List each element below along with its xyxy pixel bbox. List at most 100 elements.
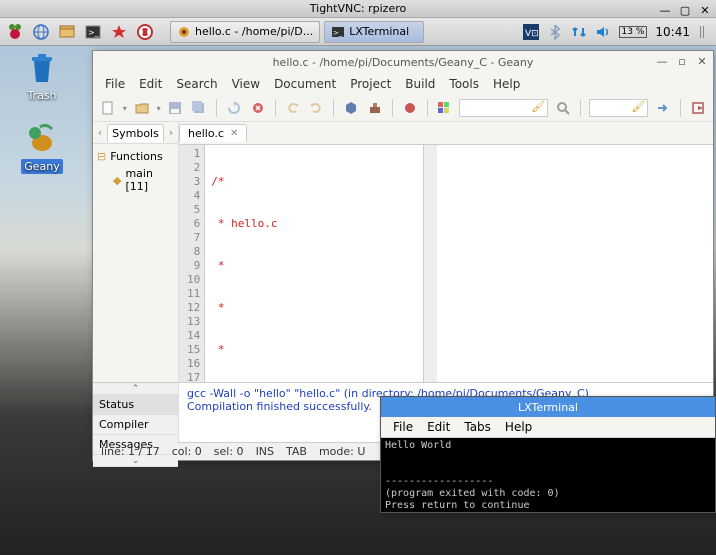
lxterminal-title-bar[interactable]: LXTerminal [381, 397, 715, 417]
desktop-icon-trash[interactable]: Trash [12, 50, 72, 103]
status-line: line: 1 / 17 [101, 445, 160, 458]
lxterminal-window: LXTerminal File Edit Tabs Help Hello Wor… [380, 396, 716, 513]
menu-document[interactable]: Document [268, 75, 342, 93]
taskbar-item-geany[interactable]: hello.c - /home/pi/D... [170, 21, 320, 43]
battery-indicator[interactable]: 13 % [619, 26, 648, 38]
maximize-icon[interactable]: ▢ [678, 2, 692, 16]
geany-menubar: File Edit Search View Document Project B… [93, 73, 713, 95]
menu-tabs[interactable]: Tabs [458, 419, 497, 435]
svg-text:V⊡: V⊡ [525, 29, 539, 39]
menu-edit[interactable]: Edit [421, 419, 456, 435]
function-icon: ◆ [113, 174, 121, 187]
menu-build[interactable]: Build [399, 75, 441, 93]
volume-icon[interactable] [595, 24, 611, 40]
folder-icon: ⊟ [97, 150, 106, 163]
build-icon[interactable] [366, 99, 384, 117]
vnc-title-bar: TightVNC: rpizero — ▢ ✕ [0, 0, 716, 18]
desktop-icon-geany[interactable]: Geany [12, 121, 72, 174]
lxterminal-title-text: LXTerminal [518, 401, 578, 414]
menu-edit[interactable]: Edit [133, 75, 168, 93]
compile-icon[interactable] [342, 99, 360, 117]
symbol-main[interactable]: ◆ main [11] [97, 165, 174, 195]
terminal-output[interactable]: Hello World ------------------ (program … [381, 438, 715, 512]
dropdown-icon[interactable]: ▾ [157, 104, 161, 113]
terminal-launcher-icon[interactable]: >_ [82, 21, 104, 43]
menu-search[interactable]: Search [170, 75, 223, 93]
open-file-icon[interactable] [133, 99, 151, 117]
panel-handle-icon[interactable] [698, 24, 706, 40]
msg-scroll-up-icon[interactable]: ⌃ [93, 383, 178, 395]
file-tab-label: hello.c [188, 127, 224, 140]
file-manager-icon[interactable] [56, 21, 78, 43]
menu-view[interactable]: View [226, 75, 266, 93]
dropdown-icon[interactable]: ▾ [123, 104, 127, 113]
symbol-label: main [11] [125, 167, 174, 193]
goto-line-field[interactable] [589, 99, 648, 117]
sidebar-prev-icon[interactable]: ‹ [93, 126, 107, 139]
code-editor[interactable]: 1234567891011121314151617 /* * hello.c *… [179, 144, 713, 382]
taskbar-item-label: hello.c - /home/pi/D... [195, 25, 313, 38]
geany-title-text: hello.c - /home/pi/Documents/Geany_C - G… [273, 56, 534, 69]
lxterminal-menubar: File Edit Tabs Help [381, 417, 715, 438]
geany-sidebar: ‹ Symbols › ⊟ Functions ◆ main [11] [93, 122, 179, 382]
taskbar-item-label: LXTerminal [349, 25, 409, 38]
search-icon[interactable] [554, 99, 572, 117]
status-tab: TAB [286, 445, 307, 458]
geany-icon [24, 121, 60, 157]
menu-file[interactable]: File [99, 75, 131, 93]
msg-tab-compiler[interactable]: Compiler [93, 415, 178, 435]
menu-file[interactable]: File [387, 419, 419, 435]
raspberry-menu-icon[interactable] [4, 21, 26, 43]
svg-text:>_: >_ [88, 28, 100, 37]
symbol-category-functions[interactable]: ⊟ Functions [97, 148, 174, 165]
vnc-tray-icon[interactable]: V⊡ [523, 24, 539, 40]
close-tab-icon[interactable]: ✕ [230, 128, 238, 139]
vertical-scrollbar[interactable] [423, 145, 437, 382]
symbol-label: Functions [110, 150, 163, 163]
menu-help[interactable]: Help [487, 75, 526, 93]
sidebar-tab-symbols[interactable]: Symbols [107, 124, 164, 142]
sidebar-next-icon[interactable]: › [164, 126, 178, 139]
goto-icon[interactable] [654, 99, 672, 117]
color-picker-icon[interactable] [436, 99, 454, 117]
search-field[interactable] [459, 99, 548, 117]
menu-help[interactable]: Help [499, 419, 538, 435]
geany-toolbar: ▾ ▾ [93, 95, 713, 122]
menu-project[interactable]: Project [344, 75, 397, 93]
code-content[interactable]: /* * hello.c * * * */ #include <stdio.h>… [205, 145, 422, 382]
bluetooth-icon[interactable] [547, 24, 563, 40]
status-ins: INS [256, 445, 274, 458]
close-file-icon[interactable] [249, 99, 267, 117]
app-icon[interactable] [108, 21, 130, 43]
svg-text:>_: >_ [333, 29, 343, 37]
maximize-icon[interactable]: ▫ [675, 55, 689, 69]
file-tab-hello[interactable]: hello.c ✕ [179, 124, 247, 142]
clock[interactable]: 10:41 [655, 25, 690, 39]
geany-title-bar[interactable]: hello.c - /home/pi/Documents/Geany_C - G… [93, 51, 713, 73]
trash-icon [24, 50, 60, 86]
save-icon[interactable] [167, 99, 185, 117]
save-all-icon[interactable] [190, 99, 208, 117]
vnc-title-text: TightVNC: rpizero [310, 2, 406, 15]
app-icon-2[interactable] [134, 21, 156, 43]
close-icon[interactable]: ✕ [698, 2, 712, 16]
close-icon[interactable]: ✕ [695, 55, 709, 69]
reload-icon[interactable] [225, 99, 243, 117]
web-browser-icon[interactable] [30, 21, 52, 43]
new-file-icon[interactable] [99, 99, 117, 117]
minimize-icon[interactable]: — [655, 55, 669, 69]
status-mode: mode: U [319, 445, 365, 458]
msg-tab-status[interactable]: Status [93, 395, 178, 415]
taskbar: >_ hello.c - /home/pi/D... >_ LXTerminal… [0, 18, 716, 46]
run-icon[interactable] [401, 99, 419, 117]
desktop-icon-label: Trash [24, 88, 59, 103]
undo-icon[interactable] [284, 99, 302, 117]
status-sel: sel: 0 [214, 445, 244, 458]
desktop-icon-label: Geany [21, 159, 63, 174]
quit-icon[interactable] [689, 99, 707, 117]
taskbar-item-lxterminal[interactable]: >_ LXTerminal [324, 21, 424, 43]
minimize-icon[interactable]: — [658, 2, 672, 16]
menu-tools[interactable]: Tools [443, 75, 485, 93]
redo-icon[interactable] [307, 99, 325, 117]
network-icon[interactable] [571, 24, 587, 40]
